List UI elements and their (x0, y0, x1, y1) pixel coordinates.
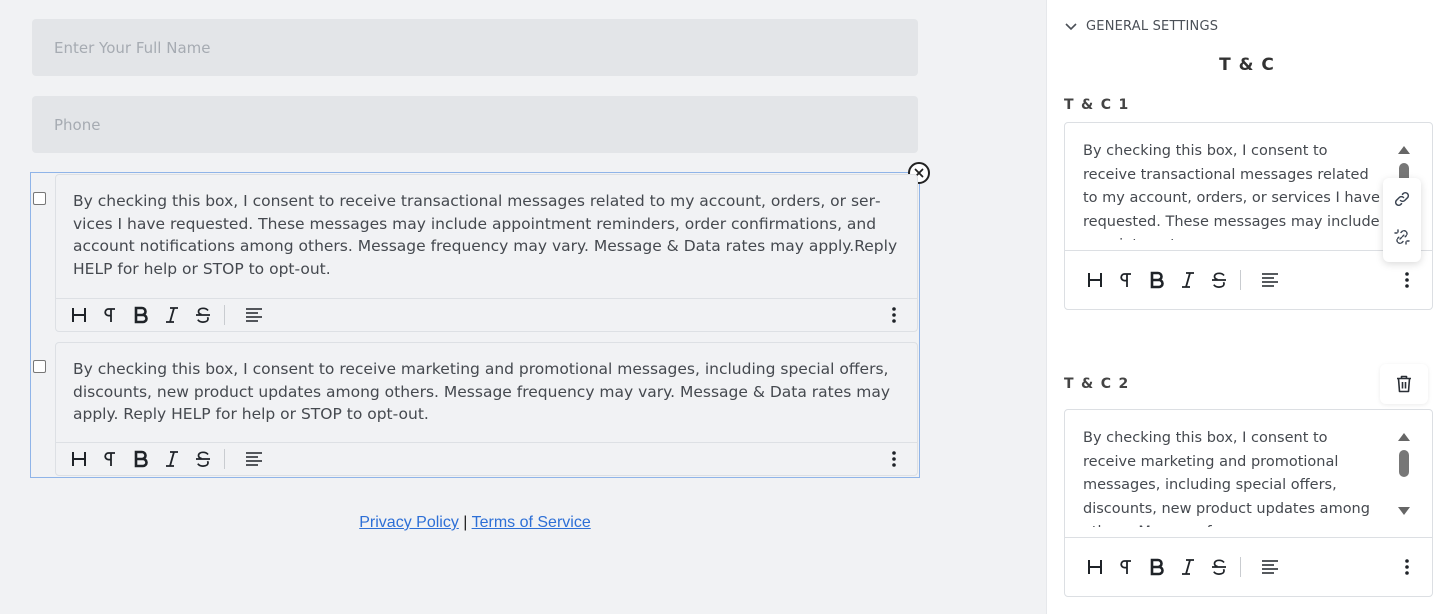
delete-tc2-button[interactable] (1380, 364, 1428, 404)
more-vertical-icon[interactable] (1391, 553, 1422, 581)
tc1-editor[interactable]: By checking this box, I consent to recei… (1064, 122, 1433, 310)
more-vertical-icon[interactable] (1391, 266, 1422, 294)
panel-title: T & C (1219, 55, 1275, 75)
transactional-consent-text[interactable]: By checking this box, I consent to recei… (56, 175, 917, 295)
full-name-field[interactable] (32, 19, 918, 76)
tc2-editor[interactable]: By checking this box, I consent to recei… (1064, 409, 1433, 597)
tc2-label: T & C 2 (1064, 376, 1130, 392)
paragraph-icon[interactable] (1110, 553, 1141, 581)
editor-toolbar (56, 442, 917, 475)
strikethrough-icon[interactable] (187, 445, 218, 473)
marketing-consent-checkbox[interactable] (33, 360, 46, 373)
align-left-icon[interactable] (1254, 553, 1285, 581)
unlink-icon[interactable] (1393, 228, 1411, 250)
tc1-label: T & C 1 (1064, 97, 1130, 113)
toolbar-divider (224, 305, 225, 325)
full-name-input[interactable] (32, 19, 918, 76)
paragraph-icon[interactable] (94, 301, 125, 329)
more-vertical-icon[interactable] (878, 301, 909, 329)
italic-icon[interactable] (156, 301, 187, 329)
editor-toolbar (1065, 537, 1432, 596)
bold-icon[interactable] (125, 301, 156, 329)
marketing-consent-editor[interactable]: By checking this box, I consent to recei… (55, 342, 918, 476)
paragraph-icon[interactable] (1110, 266, 1141, 294)
settings-panel: GENERAL SETTINGS T & C T & C 1 By checki… (1046, 0, 1446, 614)
general-settings-toggle[interactable]: GENERAL SETTINGS (1064, 19, 1218, 34)
phone-field[interactable] (32, 96, 918, 153)
align-left-icon[interactable] (1254, 266, 1285, 294)
chevron-down-icon (1065, 22, 1077, 30)
heading-icon[interactable] (1079, 553, 1110, 581)
italic-icon[interactable] (1172, 266, 1203, 294)
heading-icon[interactable] (63, 445, 94, 473)
trash-icon (1397, 375, 1411, 393)
privacy-policy-link[interactable]: Privacy Policy (359, 514, 459, 531)
form-canvas: By checking this box, I consent to recei… (0, 0, 1046, 614)
transactional-consent-checkbox[interactable] (33, 192, 46, 205)
scroll-up-icon[interactable] (1398, 146, 1410, 154)
scroll-down-icon[interactable] (1398, 507, 1410, 515)
marketing-consent-text[interactable]: By checking this box, I consent to recei… (56, 343, 917, 441)
align-left-icon[interactable] (238, 301, 269, 329)
bold-icon[interactable] (1141, 266, 1172, 294)
scroll-up-icon[interactable] (1398, 433, 1410, 441)
footer-links: Privacy Policy | Terms of Service (0, 514, 950, 532)
more-vertical-icon[interactable] (878, 445, 909, 473)
toolbar-divider (1240, 270, 1241, 290)
heading-icon[interactable] (1079, 266, 1110, 294)
section-header-label: GENERAL SETTINGS (1086, 19, 1219, 34)
transactional-consent-editor[interactable]: By checking this box, I consent to recei… (55, 174, 918, 332)
scrollbar-thumb[interactable] (1399, 450, 1409, 477)
strikethrough-icon[interactable] (1203, 266, 1234, 294)
heading-icon[interactable] (63, 301, 94, 329)
strikethrough-icon[interactable] (1203, 553, 1234, 581)
terms-of-service-link[interactable]: Terms of Service (472, 514, 591, 531)
tc2-text[interactable]: By checking this box, I consent to recei… (1083, 427, 1383, 527)
italic-icon[interactable] (156, 445, 187, 473)
editor-toolbar (1065, 250, 1432, 309)
phone-input[interactable] (32, 96, 918, 153)
strikethrough-icon[interactable] (187, 301, 218, 329)
bold-icon[interactable] (125, 445, 156, 473)
italic-icon[interactable] (1172, 553, 1203, 581)
toolbar-divider (224, 449, 225, 469)
toolbar-divider (1240, 557, 1241, 577)
editor-toolbar (56, 298, 917, 331)
align-left-icon[interactable] (238, 445, 269, 473)
link-popup (1383, 178, 1421, 262)
paragraph-icon[interactable] (94, 445, 125, 473)
footer-separator: | (463, 514, 468, 531)
tc1-text[interactable]: By checking this box, I consent to recei… (1083, 140, 1383, 240)
link-icon[interactable] (1393, 190, 1411, 212)
bold-icon[interactable] (1141, 553, 1172, 581)
